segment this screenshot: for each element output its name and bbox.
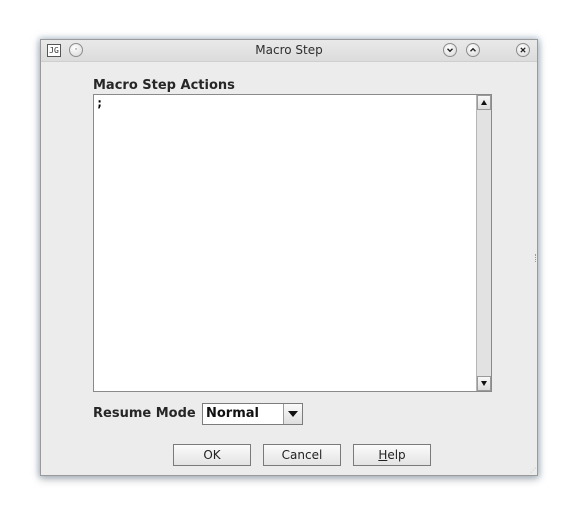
macro-step-actions-textarea[interactable]: ; bbox=[94, 95, 476, 391]
resume-mode-select[interactable]: Normal bbox=[202, 403, 303, 425]
scroll-down-button[interactable] bbox=[477, 376, 491, 391]
help-label-rest: elp bbox=[387, 448, 406, 462]
scroll-track[interactable] bbox=[477, 110, 491, 376]
window-title: Macro Step bbox=[255, 43, 323, 57]
minimize-button[interactable] bbox=[443, 43, 457, 57]
vertical-scrollbar[interactable] bbox=[476, 95, 491, 391]
help-button[interactable]: Help bbox=[353, 444, 431, 466]
macro-step-dialog: JG · Macro Step Macro Step Actions ; Res… bbox=[40, 39, 538, 476]
title-bar[interactable]: JG · Macro Step bbox=[41, 40, 537, 62]
side-resize-handle[interactable] bbox=[535, 254, 537, 262]
macro-step-actions-label: Macro Step Actions bbox=[93, 78, 235, 93]
actions-text-panel: ; bbox=[93, 94, 492, 392]
resume-mode-label: Resume Mode bbox=[93, 406, 196, 421]
close-icon bbox=[520, 47, 526, 53]
maximize-button[interactable] bbox=[466, 43, 480, 57]
ok-button[interactable]: OK bbox=[173, 444, 251, 466]
help-mnemonic-letter: H bbox=[378, 448, 388, 462]
arrow-down-icon bbox=[481, 381, 487, 386]
desktop-background: JG · Macro Step Macro Step Actions ; Res… bbox=[0, 0, 578, 517]
close-button[interactable] bbox=[516, 43, 530, 57]
chevron-down-icon bbox=[288, 411, 298, 417]
resume-mode-value: Normal bbox=[206, 406, 259, 421]
chevron-down-icon bbox=[447, 48, 453, 53]
resize-grip-icon[interactable]: ⋰ bbox=[530, 468, 536, 474]
dropdown-arrow-button[interactable] bbox=[283, 404, 302, 424]
arrow-up-icon bbox=[481, 100, 487, 105]
chevron-up-icon bbox=[470, 47, 476, 52]
cancel-button[interactable]: Cancel bbox=[263, 444, 341, 466]
scroll-up-button[interactable] bbox=[477, 95, 491, 110]
